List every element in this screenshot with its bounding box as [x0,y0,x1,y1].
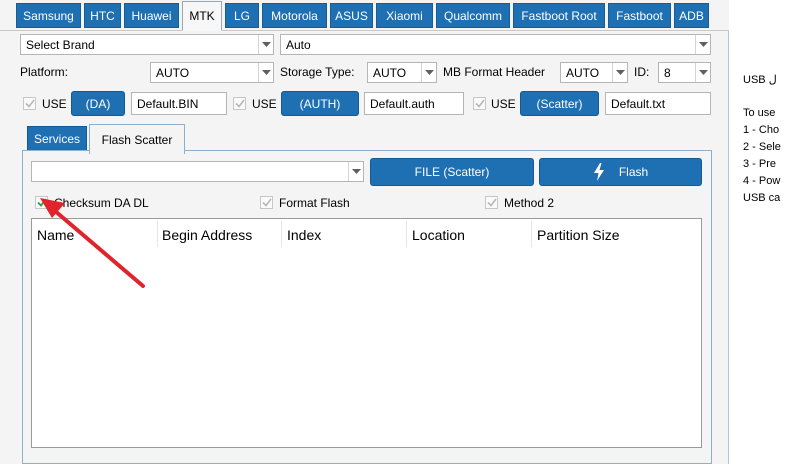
annotation-arrow-icon [40,198,145,288]
tab-flash-scatter[interactable]: Flash Scatter [89,124,185,154]
